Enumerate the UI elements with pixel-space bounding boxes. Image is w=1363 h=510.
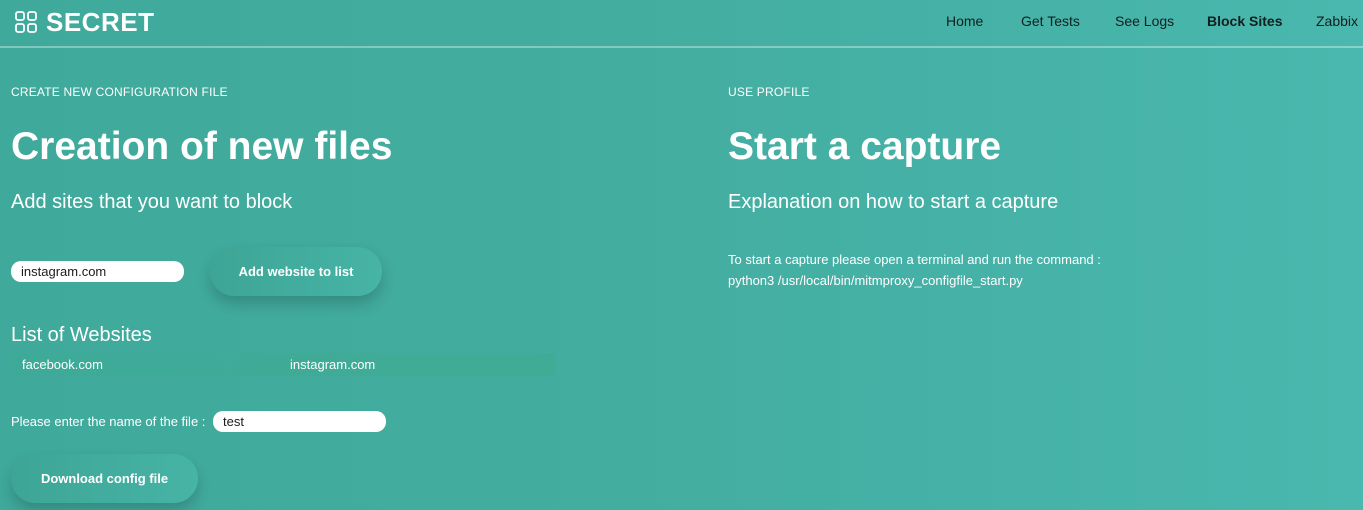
website-list: facebook.com instagram.com xyxy=(11,353,556,376)
capture-subtitle: Explanation on how to start a capture xyxy=(728,191,1059,213)
instruction-text: To start a capture please open a termina… xyxy=(728,252,1101,267)
create-config-eyebrow: CREATE NEW CONFIGURATION FILE xyxy=(11,85,228,99)
nav-get-tests[interactable]: Get Tests xyxy=(1021,13,1080,29)
nav-see-logs[interactable]: See Logs xyxy=(1115,13,1174,29)
download-config-button[interactable]: Download config file xyxy=(11,454,198,503)
top-navbar: SECRET Home Get Tests See Logs Block Sit… xyxy=(0,0,1363,48)
creation-subtitle: Add sites that you want to block xyxy=(11,191,293,213)
website-input[interactable] xyxy=(11,261,184,282)
capture-instructions: To start a capture please open a termina… xyxy=(728,249,1101,291)
nav-block-sites[interactable]: Block Sites xyxy=(1207,13,1282,29)
add-website-button[interactable]: Add website to list xyxy=(210,247,382,296)
brand-name: SECRET xyxy=(46,6,155,37)
creation-title: Creation of new files xyxy=(11,125,393,168)
nav-home[interactable]: Home xyxy=(946,13,983,29)
capture-title: Start a capture xyxy=(728,125,1002,168)
command-text: python3 /usr/local/bin/mitmproxy_configf… xyxy=(728,273,1023,288)
file-name-label: Please enter the name of the file : xyxy=(11,414,206,429)
file-name-input[interactable] xyxy=(213,411,386,432)
brand-logo[interactable]: SECRET xyxy=(15,6,154,38)
use-profile-eyebrow: USE PROFILE xyxy=(728,85,810,99)
grid-icon xyxy=(15,11,37,33)
list-item[interactable]: instagram.com xyxy=(290,357,375,372)
list-item[interactable]: facebook.com xyxy=(22,357,103,372)
website-list-title: List of Websites xyxy=(11,324,152,346)
nav-zabbix[interactable]: Zabbix xyxy=(1316,13,1358,29)
